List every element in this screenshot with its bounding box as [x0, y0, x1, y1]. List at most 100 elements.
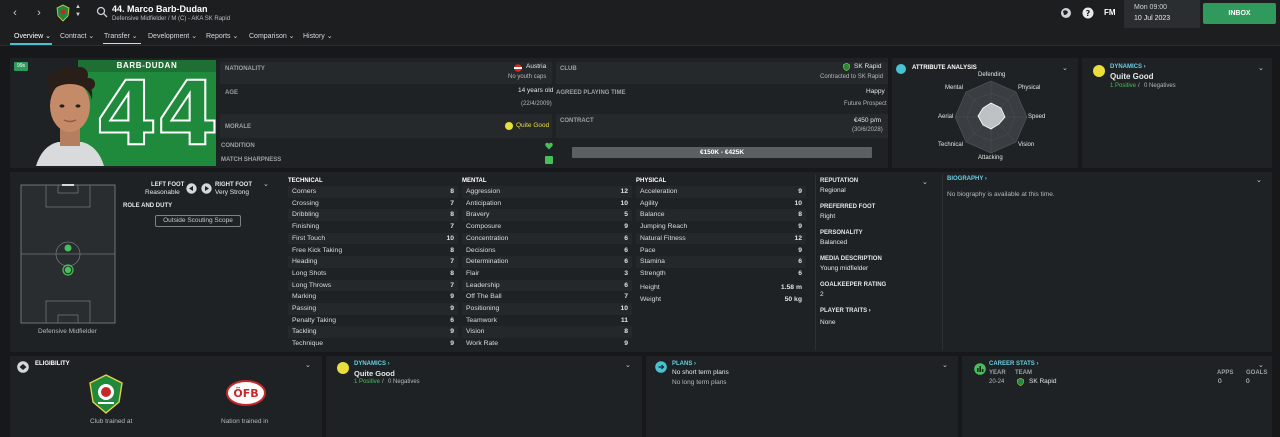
radar-label-vision: Vision [1018, 142, 1035, 148]
attribute-row[interactable]: Penalty Taking 6 [288, 315, 458, 327]
reputation-chevron-icon[interactable]: ⌄ [922, 178, 928, 186]
club-trained-crest-icon[interactable] [88, 374, 124, 414]
tab-transfer[interactable]: Transfer ⌄ [104, 32, 138, 40]
fm-logo[interactable]: FM [1104, 8, 1116, 17]
attribute-value: 9 [624, 340, 628, 348]
eligibility-chevron-icon[interactable]: ⌄ [305, 361, 311, 369]
dynamics-top-icon [1093, 65, 1105, 77]
attribute-row[interactable]: Passing 9 [288, 303, 458, 315]
tab-comparison[interactable]: Comparison ⌄ [249, 32, 295, 40]
attribute-name: Crossing [292, 199, 319, 207]
morale-value[interactable]: Quite Good [516, 122, 549, 129]
attribute-row[interactable]: Technique 9 [288, 338, 458, 350]
attribute-row[interactable]: Stamina 6 [636, 256, 806, 268]
attribute-row[interactable]: Agility 10 [636, 198, 806, 210]
attribute-row[interactable]: Work Rate 9 [462, 338, 632, 350]
career-stats-title[interactable]: CAREER STATS › [989, 361, 1038, 367]
radar-label-mental: Mental [945, 85, 964, 91]
biography-title[interactable]: BIOGRAPHY › [947, 176, 987, 182]
attribute-row[interactable]: Natural Fitness 12 [636, 232, 806, 245]
attribute-row[interactable]: First Touch 10 [288, 232, 458, 245]
attribute-value: 7 [450, 281, 454, 289]
attribute-row[interactable]: Teamwork 11 [462, 315, 632, 327]
attribute-analysis-chevron-icon[interactable]: ⌄ [1062, 64, 1068, 72]
attribute-row[interactable]: Long Shots 8 [288, 268, 458, 280]
attribute-row[interactable]: Dribbling 8 [288, 209, 458, 222]
plans-chevron-icon[interactable]: ⌄ [942, 361, 948, 369]
career-col-goals: GOALS [1246, 370, 1268, 376]
attribute-row[interactable]: Anticipation 10 [462, 198, 632, 210]
biography-chevron-icon[interactable]: ⌄ [1256, 176, 1262, 184]
dynamics-bottom-chevron-icon[interactable]: ⌄ [625, 361, 631, 369]
right-foot-icon [201, 183, 212, 194]
tab-reports[interactable]: Reports ⌄ [206, 32, 238, 40]
attribute-row[interactable]: Marking 9 [288, 291, 458, 303]
career-club-badge-icon [1017, 378, 1024, 386]
dynamics-top-chevron-icon[interactable]: ⌄ [1258, 64, 1264, 72]
attribute-row[interactable]: Composure 9 [462, 221, 632, 233]
career-stats-chevron-icon[interactable]: ⌄ [1258, 361, 1264, 369]
dynamics-top-title[interactable]: DYNAMICS › [1110, 64, 1146, 70]
attribute-row[interactable]: Crossing 7 [288, 198, 458, 210]
attribute-row[interactable]: Tackling 9 [288, 326, 458, 339]
attribute-row[interactable]: Determination 6 [462, 256, 632, 268]
attribute-row[interactable]: Long Throws 7 [288, 279, 458, 292]
tab-overview[interactable]: Overview ⌄ [14, 32, 51, 40]
attribute-value: 10 [794, 199, 802, 207]
player-traits-label[interactable]: PLAYER TRAITS › [820, 308, 871, 314]
nationality-label: NATIONALITY [225, 66, 265, 72]
position-pitch[interactable] [20, 184, 116, 324]
radar-label-defending: Defending [978, 72, 1006, 78]
attribute-row[interactable]: Acceleration 9 [636, 186, 806, 198]
club-value[interactable]: SK Rapid [854, 63, 881, 70]
attribute-row[interactable]: Corners 8 [288, 186, 458, 198]
attribute-row[interactable]: Vision 8 [462, 326, 632, 339]
attribute-row[interactable]: Aggression 12 [462, 186, 632, 198]
club-crest-icon[interactable] [56, 4, 70, 22]
nationality-row [220, 62, 552, 84]
player-switch-icon[interactable]: ▲ ▼ [74, 3, 82, 19]
attribute-row[interactable]: Pace 9 [636, 245, 806, 257]
attribute-row[interactable]: Strength 6 [636, 268, 806, 280]
search-icon[interactable] [96, 6, 108, 18]
plans-title[interactable]: PLANS › [672, 361, 696, 367]
career-team[interactable]: SK Rapid [1029, 378, 1056, 385]
inbox-button[interactable]: INBOX [1203, 3, 1276, 24]
tab-development[interactable]: Development ⌄ [148, 32, 197, 40]
nation-trained-logo[interactable]: ÖFB [226, 380, 266, 406]
divider [815, 174, 816, 350]
nationality-value[interactable]: Austria [526, 63, 546, 70]
attribute-row[interactable]: Finishing 7 [288, 221, 458, 233]
attribute-row[interactable]: Flair 3 [462, 268, 632, 280]
scouting-scope-button[interactable]: Outside Scouting Scope [155, 215, 241, 227]
attribute-name: Pace [640, 246, 656, 254]
help-icon[interactable]: ? [1082, 7, 1094, 19]
tab-history[interactable]: History ⌄ [303, 32, 333, 40]
attribute-row[interactable]: Jumping Reach 9 [636, 221, 806, 233]
back-icon[interactable]: ‹ [8, 6, 22, 20]
attribute-row[interactable]: Decisions 6 [462, 245, 632, 257]
wage-value[interactable]: €450 p/m [854, 117, 881, 124]
attribute-name: Vision [466, 328, 485, 336]
attribute-row[interactable]: Free Kick Taking 8 [288, 245, 458, 257]
attribute-row[interactable]: Concentration 6 [462, 232, 632, 245]
attribute-row[interactable]: Heading 7 [288, 256, 458, 268]
club-label: CLUB [560, 66, 577, 72]
contracted-to: Contracted to SK Rapid [820, 74, 884, 80]
attribute-analysis-title[interactable]: ATTRIBUTE ANALYSIS [912, 65, 977, 71]
attribute-row[interactable]: Off The Ball 7 [462, 291, 632, 303]
attribute-row[interactable]: Leadership 6 [462, 279, 632, 292]
feet-chevron-icon[interactable]: ⌄ [263, 180, 269, 188]
attribute-row[interactable]: Positioning 10 [462, 303, 632, 315]
dynamics-top-negatives: 0 Negatives [1144, 83, 1176, 89]
attribute-row[interactable]: Balance 8 [636, 209, 806, 222]
forward-icon[interactable]: › [32, 6, 46, 20]
dynamics-bottom-title[interactable]: DYNAMICS › [354, 361, 390, 367]
world-icon[interactable] [1060, 7, 1072, 19]
attribute-row[interactable]: Bravery 5 [462, 209, 632, 222]
dynamics-bottom-separator: / [382, 379, 384, 385]
career-goals: 0 [1246, 378, 1250, 385]
attribute-name: Strength [640, 269, 666, 277]
preferred-foot-value: Right [820, 213, 836, 220]
tab-contract[interactable]: Contract ⌄ [60, 32, 94, 40]
